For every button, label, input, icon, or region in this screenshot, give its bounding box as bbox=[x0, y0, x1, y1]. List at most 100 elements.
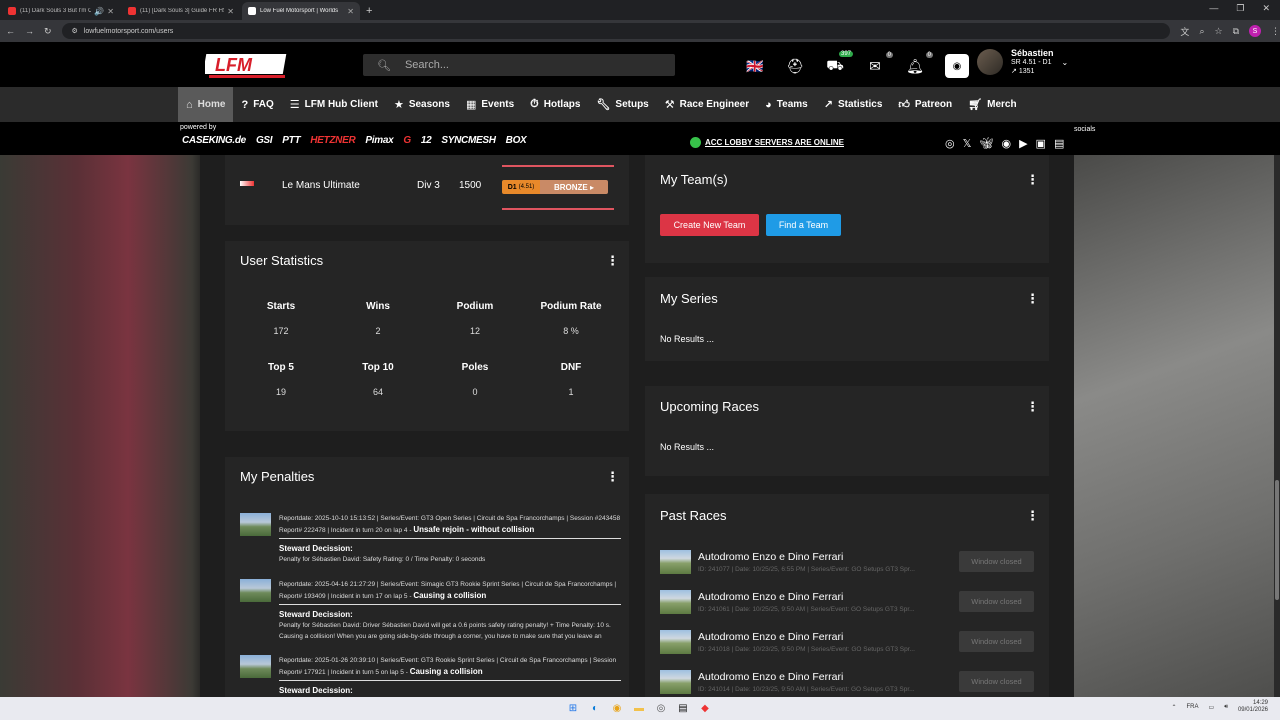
forward-icon[interactable]: → bbox=[25, 26, 34, 36]
windows-start-icon[interactable]: ⊞ bbox=[566, 701, 580, 715]
past-race-row[interactable]: Autodromo Enzo e Dino Ferrari ID: 241077… bbox=[660, 550, 1040, 580]
driver-icon[interactable]: ⛑ bbox=[785, 58, 805, 75]
twitch-alt-icon[interactable]: ▤ bbox=[1054, 137, 1064, 150]
terminal-icon[interactable]: ▤ bbox=[676, 701, 690, 715]
more-options-icon[interactable]: ⋮ bbox=[606, 253, 619, 269]
capture-icon[interactable]: ◎ bbox=[654, 701, 668, 715]
site-info-icon[interactable]: ⚙ bbox=[72, 27, 78, 35]
scrollbar[interactable] bbox=[1274, 155, 1280, 697]
network-icon[interactable]: ▭ bbox=[1209, 704, 1215, 711]
window-closed-button[interactable]: Window closed bbox=[959, 591, 1034, 612]
sponsor-syncmesh-logo[interactable]: SYNCMESH bbox=[441, 135, 496, 146]
zoom-icon[interactable]: ⌕ bbox=[1199, 26, 1204, 37]
past-race-row[interactable]: Autodromo Enzo e Dino Ferrari ID: 241014… bbox=[660, 670, 1040, 697]
sponsor-ptt-logo[interactable]: PTT bbox=[282, 135, 300, 146]
file-explorer-icon[interactable]: ▬ bbox=[632, 701, 646, 715]
race-name[interactable]: Autodromo Enzo e Dino Ferrari bbox=[698, 551, 843, 563]
past-race-row[interactable]: Autodromo Enzo e Dino Ferrari ID: 241018… bbox=[660, 630, 1040, 660]
nav-seasons[interactable]: ★ Seasons bbox=[386, 87, 458, 122]
discord-icon[interactable]: ◉ bbox=[945, 54, 969, 78]
messages-icon[interactable]: ✉ 0 bbox=[865, 51, 893, 75]
more-options-icon[interactable]: ⋮ bbox=[1026, 508, 1039, 524]
discord-icon[interactable]: ◉ bbox=[1001, 137, 1011, 150]
sponsor-caseking-logo[interactable]: CASEKING.de bbox=[182, 135, 246, 146]
avatar[interactable] bbox=[977, 49, 1003, 75]
sponsor-gsi-logo[interactable]: GSI bbox=[256, 135, 273, 146]
bluesky-icon[interactable]: 🦋︎ bbox=[979, 137, 993, 150]
nav-merch[interactable]: 🛒︎ Merch bbox=[960, 87, 1024, 122]
clock[interactable]: 14:29 09/01/2026 bbox=[1238, 700, 1268, 714]
browser-tab-0[interactable]: (11) Dark Souls 3 But I'm Cl 🔊 ✕ bbox=[2, 2, 120, 20]
extensions-icon[interactable]: ⧉ bbox=[1233, 26, 1239, 37]
nav-statistics[interactable]: ↗ Statistics bbox=[816, 87, 891, 122]
race-name[interactable]: Autodromo Enzo e Dino Ferrari bbox=[698, 631, 843, 643]
close-icon[interactable]: ✕ bbox=[107, 7, 114, 16]
uk-flag-icon[interactable]: 🇬🇧 bbox=[745, 58, 765, 75]
maximize-icon[interactable]: ❐ bbox=[1236, 3, 1244, 14]
new-tab-icon[interactable]: + bbox=[366, 5, 372, 17]
nav-faq[interactable]: ? FAQ bbox=[233, 87, 281, 122]
sponsor-hetzner-logo[interactable]: HETZNER bbox=[310, 135, 355, 146]
sponsor-12-logo[interactable]: 12 bbox=[421, 135, 432, 146]
tray-chevron-icon[interactable]: ⌃ bbox=[1171, 704, 1176, 711]
url-field[interactable]: ⚙ lowfuelmotorsport.com/users bbox=[61, 23, 1171, 39]
search-bar[interactable]: 🔍︎ Search... bbox=[363, 54, 675, 76]
chevron-down-icon[interactable]: ⌄ bbox=[1062, 58, 1069, 67]
edge-icon[interactable]: ◐ bbox=[588, 701, 602, 715]
nav-hotlaps[interactable]: ⏱ Hotlaps bbox=[522, 87, 588, 122]
nav-race-engineer[interactable]: ⚒ Race Engineer bbox=[657, 87, 757, 122]
nav-events[interactable]: ▦ Events bbox=[458, 87, 522, 122]
window-closed-button[interactable]: Window closed bbox=[959, 671, 1034, 692]
minimize-icon[interactable]: — bbox=[1209, 3, 1218, 14]
back-icon[interactable]: ← bbox=[6, 26, 15, 36]
nav-setups[interactable]: 🔧︎ Setups bbox=[588, 87, 656, 122]
x-icon[interactable]: 𝕏 bbox=[963, 137, 972, 150]
speaker-icon[interactable]: 🔊 bbox=[94, 7, 104, 16]
twitch-icon[interactable]: ▣ bbox=[1036, 137, 1046, 150]
volume-icon[interactable]: 🔊︎ bbox=[1224, 704, 1228, 711]
youtube-icon[interactable]: ▶ bbox=[1019, 137, 1027, 150]
profile-avatar[interactable]: S bbox=[1249, 25, 1261, 37]
input-language[interactable]: FRA bbox=[1187, 704, 1199, 710]
nav-home[interactable]: ⌂ Home bbox=[178, 87, 234, 122]
sponsor-box-logo[interactable]: BOX bbox=[506, 135, 527, 146]
more-options-icon[interactable]: ⋮ bbox=[1026, 399, 1039, 415]
menu-icon[interactable]: ⋮ bbox=[1271, 26, 1280, 37]
user-menu[interactable]: Sébastien SR 4.51 - D1 ↗ 1351 ⌄ bbox=[977, 48, 1068, 76]
past-races-title: Past Races bbox=[660, 508, 727, 523]
close-icon[interactable]: ✕ bbox=[347, 7, 354, 16]
lfm-logo[interactable]: LFM bbox=[205, 50, 289, 80]
race-name[interactable]: Autodromo Enzo e Dino Ferrari bbox=[698, 671, 843, 683]
close-icon[interactable]: ✕ bbox=[227, 7, 234, 16]
reload-icon[interactable]: ↻ bbox=[44, 26, 52, 37]
find-team-button[interactable]: Find a Team bbox=[766, 214, 841, 236]
more-options-icon[interactable]: ⋮ bbox=[606, 469, 619, 485]
instagram-icon[interactable]: ◎ bbox=[945, 137, 955, 150]
browser-tab-1[interactable]: (11) [Dark Souls 3] Guide FR HS ✕ bbox=[122, 2, 240, 20]
more-options-icon[interactable]: ⋮ bbox=[1026, 172, 1039, 188]
window-closed-button[interactable]: Window closed bbox=[959, 551, 1034, 572]
bookmark-star-icon[interactable]: ☆ bbox=[1214, 26, 1222, 37]
chrome-icon[interactable]: ◉ bbox=[610, 701, 624, 715]
window-closed-button[interactable]: Window closed bbox=[959, 631, 1034, 652]
nav-hub-client[interactable]: ☰ LFM Hub Client bbox=[282, 87, 386, 122]
license-icon[interactable]: ⛟ 397 bbox=[825, 50, 853, 76]
server-status-link[interactable]: ACC LOBBY SERVERS ARE ONLINE bbox=[690, 137, 844, 148]
window-close-icon[interactable]: ✕ bbox=[1262, 3, 1270, 14]
race-name[interactable]: Autodromo Enzo e Dino Ferrari bbox=[698, 591, 843, 603]
sponsor-pimax-logo[interactable]: Pimax bbox=[365, 135, 393, 146]
nav-teams[interactable]: ◕ Teams bbox=[757, 87, 816, 122]
more-options-icon[interactable]: ⋮ bbox=[1026, 291, 1039, 307]
browser-tab-2[interactable]: Low Fuel Motorsport | Worlds ✕ bbox=[242, 2, 360, 20]
stat-top10: Top 10 64 bbox=[337, 362, 419, 408]
bell-icon[interactable]: 🔔︎ 0 bbox=[905, 51, 933, 75]
nav-patreon[interactable]: 👍︎ Patreon bbox=[890, 87, 960, 122]
stat-podium-rate: Podium Rate 8 % bbox=[530, 301, 612, 347]
past-race-row[interactable]: Autodromo Enzo e Dino Ferrari ID: 241061… bbox=[660, 590, 1040, 620]
search-input[interactable]: Search... bbox=[405, 59, 449, 71]
app-icon[interactable]: ◆ bbox=[698, 701, 712, 715]
scrollbar-thumb[interactable] bbox=[1275, 480, 1279, 600]
sponsor-g-logo[interactable]: G bbox=[403, 135, 411, 146]
create-team-button[interactable]: Create New Team bbox=[660, 214, 759, 236]
translate-icon[interactable]: 文 bbox=[1180, 25, 1189, 38]
